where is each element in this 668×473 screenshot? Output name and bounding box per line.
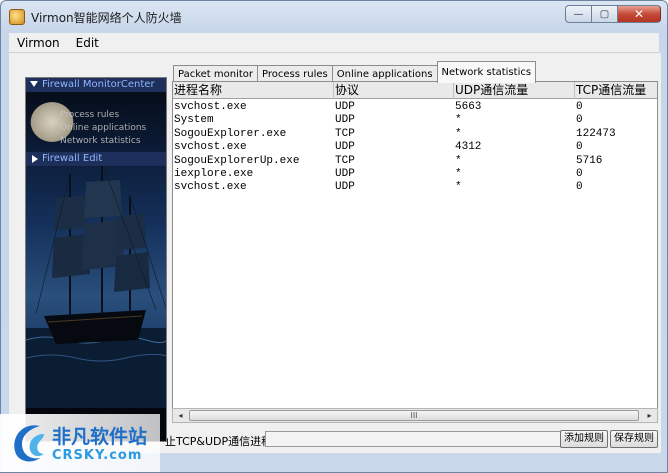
watermark-swirl-icon — [14, 425, 44, 462]
horizontal-scrollbar[interactable]: ◂ III ▸ — [172, 408, 658, 423]
app-icon — [9, 9, 25, 25]
table-cell: TCP — [335, 154, 355, 167]
table-cell: * — [455, 181, 462, 194]
table-cell: UDP — [335, 181, 355, 194]
app-window: Virmon智能网络个人防火墙 — ▢ ✕ Virmon Edit Firewa… — [0, 0, 668, 473]
column-header-process-name[interactable]: 进程名称 — [173, 82, 334, 99]
navigation-panel: Firewall MonitorCenter Process rules Onl… — [25, 77, 167, 442]
table-cell: UDP — [335, 114, 355, 127]
table-cell: 0 — [576, 168, 583, 180]
table-row[interactable]: svchost.exe UDP 4312 0 — [173, 141, 657, 154]
close-icon: ✕ — [633, 7, 645, 21]
process-name-input[interactable] — [265, 431, 561, 447]
table-cell: UDP — [335, 141, 355, 154]
tree-subitem-online-applications[interactable]: Online applications — [60, 123, 146, 133]
tree-item-firewall-edit[interactable]: Firewall Edit — [26, 152, 166, 166]
table-cell: 5663 — [455, 101, 482, 113]
table-cell: 0 — [576, 101, 583, 113]
network-statistics-table: 进程名称 协议 UDP通信流量 TCP通信流量 svchost.exe UDP 56… — [172, 81, 658, 423]
table-cell: System — [174, 114, 214, 127]
tree-subitem-network-statistics[interactable]: Network statistics — [60, 136, 141, 146]
scrollbar-grip-icon: III — [410, 411, 418, 420]
tab-strip: Packet monitor Process rules Online appl… — [173, 59, 537, 83]
table-row[interactable]: System UDP * 0 — [173, 114, 657, 127]
scrollbar-thumb[interactable]: III — [189, 410, 639, 421]
save-rule-button[interactable]: 保存规则 — [610, 430, 658, 448]
menu-bar: Virmon Edit — [9, 33, 659, 53]
table-row[interactable]: svchost.exe UDP 5663 0 — [173, 101, 657, 114]
tree-item-label: Firewall MonitorCenter — [42, 79, 155, 90]
scroll-left-icon[interactable]: ◂ — [173, 409, 188, 422]
title-bar[interactable]: Virmon智能网络个人防火墙 — ▢ ✕ — [1, 1, 667, 33]
tree-item-monitor-center[interactable]: Firewall MonitorCenter — [26, 78, 166, 92]
tab-network-statistics[interactable]: Network statistics — [436, 61, 537, 83]
table-cell: * — [455, 127, 462, 140]
table-cell: TCP — [335, 127, 355, 140]
table-cell: svchost.exe — [174, 141, 247, 154]
table-cell: 0 — [576, 181, 583, 194]
watermark-logo: 非凡软件站 CRSKY.com — [0, 414, 160, 472]
window-controls: — ▢ ✕ — [565, 5, 661, 23]
menu-edit[interactable]: Edit — [68, 36, 107, 50]
column-header-protocol[interactable]: 协议 — [334, 82, 454, 99]
close-button[interactable]: ✕ — [617, 5, 661, 23]
table-row[interactable]: iexplore.exe UDP * 0 — [173, 168, 657, 181]
table-cell: 4312 — [455, 141, 482, 154]
collapse-arrow-icon — [32, 155, 38, 163]
column-header-tcp-traffic[interactable]: TCP通信流量 — [575, 82, 657, 99]
add-rule-button[interactable]: 添加规则 — [560, 430, 608, 448]
maximize-button[interactable]: ▢ — [591, 5, 617, 23]
table-cell: 122473 — [576, 127, 616, 140]
table-cell: SogouExplorer.exe — [174, 127, 287, 140]
column-header-udp-traffic[interactable]: UDP通信流量 — [454, 82, 575, 99]
watermark-text-chinese: 非凡软件站 — [52, 426, 148, 448]
expand-arrow-icon — [30, 81, 38, 87]
table-cell: UDP — [335, 168, 355, 180]
table-cell: UDP — [335, 101, 355, 113]
table-cell: * — [455, 154, 462, 167]
menu-virmon[interactable]: Virmon — [9, 36, 68, 50]
client-area: Firewall MonitorCenter Process rules Onl… — [9, 53, 661, 453]
process-input-label: 止TCP&UDP通信进程 — [165, 435, 273, 448]
window-title: Virmon智能网络个人防火墙 — [31, 11, 182, 25]
table-row[interactable]: svchost.exe UDP * 0 — [173, 181, 657, 194]
table-cell: 0 — [576, 114, 583, 127]
table-cell: 0 — [576, 141, 583, 154]
table-cell: SogouExplorerUp.exe — [174, 154, 300, 167]
watermark-text-domain: CRSKY.com — [52, 448, 143, 463]
table-cell: iexplore.exe — [174, 168, 254, 180]
table-cell: * — [455, 114, 462, 127]
table-cell: svchost.exe — [174, 181, 247, 194]
table-row[interactable]: SogouExplorerUp.exe TCP * 5716 — [173, 154, 657, 168]
table-cell: svchost.exe — [174, 101, 247, 113]
table-cell: * — [455, 168, 462, 180]
tree-item-label: Firewall Edit — [42, 153, 103, 164]
maximize-icon: ▢ — [599, 8, 610, 20]
minimize-icon: — — [573, 8, 584, 20]
table-row[interactable]: SogouExplorer.exe TCP * 122473 — [173, 127, 657, 141]
tree-subitem-process-rules[interactable]: Process rules — [60, 110, 119, 120]
table-header: 进程名称 协议 UDP通信流量 TCP通信流量 — [173, 82, 657, 99]
table-cell: 5716 — [576, 154, 603, 167]
minimize-button[interactable]: — — [565, 5, 591, 23]
scroll-right-icon[interactable]: ▸ — [642, 409, 657, 422]
